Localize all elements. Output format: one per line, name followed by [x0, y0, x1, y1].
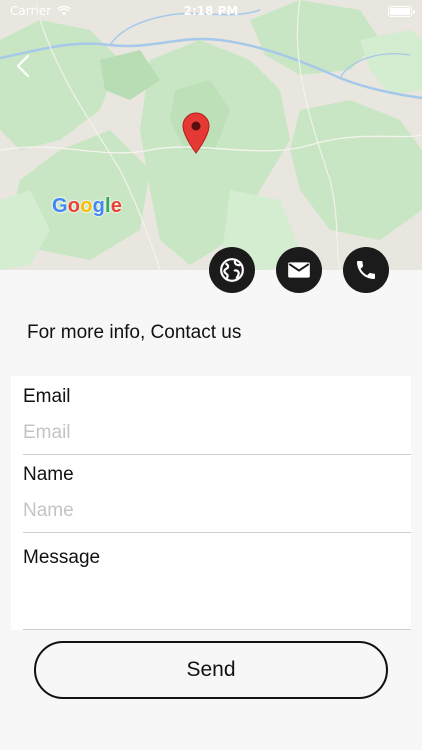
- message-label: Message: [23, 547, 101, 568]
- envelope-icon: [288, 262, 310, 278]
- map-terrain: [0, 0, 422, 270]
- email-field-group: Email: [23, 386, 411, 444]
- globe-icon: [220, 258, 244, 282]
- status-bar: Carrier 2:18 PM: [0, 0, 422, 22]
- info-text: For more info, Contact us: [27, 322, 242, 343]
- email-divider: [23, 454, 411, 455]
- battery-level: [390, 7, 410, 15]
- name-field-group: Name: [23, 464, 411, 522]
- contact-actions: [209, 247, 389, 293]
- map-view[interactable]: Google: [0, 0, 422, 270]
- email-button[interactable]: [276, 247, 322, 293]
- message-input[interactable]: [23, 576, 411, 626]
- phone-button[interactable]: [343, 247, 389, 293]
- send-button[interactable]: Send: [34, 641, 388, 699]
- google-logo: Google: [52, 195, 123, 217]
- message-divider: [23, 629, 411, 630]
- name-divider: [23, 532, 411, 533]
- battery-icon: [388, 5, 415, 17]
- website-button[interactable]: [209, 247, 255, 293]
- message-field-group: Message: [23, 547, 411, 569]
- back-button[interactable]: [16, 54, 40, 84]
- name-label: Name: [23, 464, 74, 485]
- email-label: Email: [23, 386, 71, 407]
- email-field[interactable]: [23, 422, 411, 444]
- status-time: 2:18 PM: [183, 4, 239, 18]
- chevron-left-icon: [16, 54, 30, 78]
- phone-icon: [357, 261, 375, 279]
- name-field[interactable]: [23, 500, 411, 522]
- contact-form: Email Name Message: [11, 376, 411, 630]
